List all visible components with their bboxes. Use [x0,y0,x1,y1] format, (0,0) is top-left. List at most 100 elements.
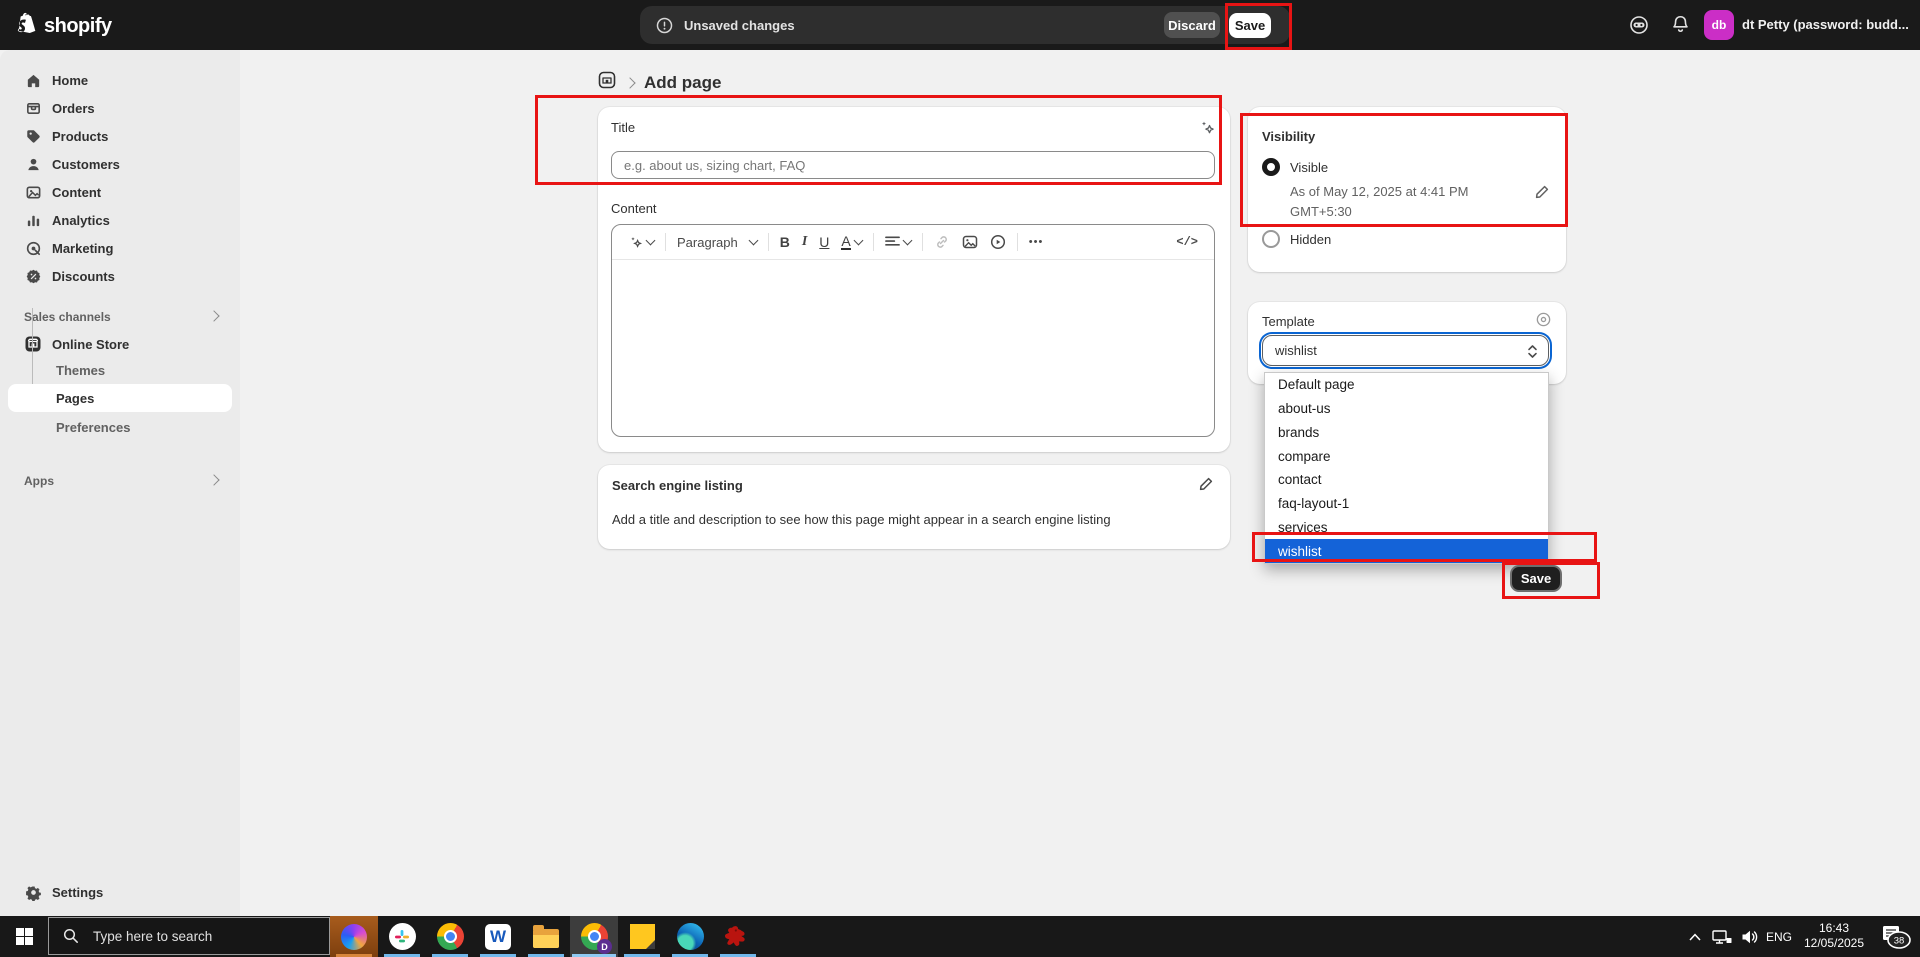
tray-date: 12/05/2025 [1798,936,1870,951]
sidebar-item-pages-selected[interactable]: Pages [8,384,232,412]
visible-label[interactable]: Visible [1290,160,1328,175]
tag-icon [24,127,42,145]
link-button[interactable] [928,229,956,255]
breadcrumb-chevron-icon [624,77,635,88]
template-selected-value: wishlist [1275,343,1317,358]
magic-sparkle-icon[interactable] [1198,119,1216,142]
template-option-contact[interactable]: contact [1265,468,1548,492]
template-option-about-us[interactable]: about-us [1265,397,1548,421]
apps-chevron-icon[interactable] [208,474,219,485]
toolbar-divider [665,233,666,251]
template-option-services[interactable]: services [1265,516,1548,540]
person-icon [24,155,42,173]
tray-notifications-icon[interactable]: 38 [1872,916,1920,957]
taskbar-chrome-profile-icon[interactable]: D [570,916,618,957]
insert-video-button[interactable] [984,229,1012,255]
toolbar-divider [1017,233,1018,251]
italic-button[interactable]: I [796,229,813,255]
editor-toolbar: Paragraph B I U A [612,225,1214,260]
visible-radio[interactable] [1262,158,1280,176]
sidebar-item-label: Home [52,73,88,88]
user-menu-label[interactable]: dt Petty (password: budd... [1742,17,1912,32]
sidebar-item-label: Marketing [52,241,113,256]
tray-clock[interactable]: 16:43 12/05/2025 [1798,921,1870,951]
sales-channels-chevron-icon[interactable] [208,310,219,321]
title-input[interactable] [611,151,1215,179]
template-option-compare[interactable]: compare [1265,444,1548,468]
insert-image-button[interactable] [956,229,984,255]
bold-button[interactable]: B [774,229,796,255]
apps-header: Apps [24,474,54,488]
tray-language-label[interactable]: ENG [1762,916,1796,957]
discard-button[interactable]: Discard [1164,12,1220,38]
hidden-label[interactable]: Hidden [1290,232,1331,247]
template-option-default-page[interactable]: Default page [1265,373,1548,397]
alignment-button[interactable] [879,229,917,255]
template-dropdown: Default page about-us brands compare con… [1264,372,1549,564]
edit-pencil-icon[interactable] [1198,476,1214,497]
underline-icon: U [819,234,829,250]
taskbar-word-icon[interactable]: W [474,916,522,957]
hidden-radio[interactable] [1262,230,1280,248]
page-form-card: Title Content Paragraph B I U [598,107,1230,452]
taskbar-sticky-notes-icon[interactable] [618,916,666,957]
sidebar-item-discounts[interactable]: Discounts [8,262,232,290]
topbar: shopify Unsaved changes Discard Save db … [0,0,1920,50]
select-stepper-icon [1527,344,1538,362]
sidebar-item-customers[interactable]: Customers [8,150,232,178]
page-title: Add page [644,73,721,93]
topbar-save-button[interactable]: Save [1229,13,1271,38]
page-save-button[interactable]: Save [1510,565,1562,592]
rich-text-editor[interactable]: Paragraph B I U A [611,224,1215,437]
online-store-breadcrumb-icon[interactable] [598,71,616,94]
taskbar-red-creature-app-icon[interactable] [714,916,762,957]
bold-icon: B [780,234,790,250]
shopify-logo[interactable]: shopify [16,12,112,41]
sidebar-item-themes[interactable]: Themes [8,357,232,383]
start-button[interactable] [0,916,48,957]
sidebar-item-settings[interactable]: Settings [8,878,232,906]
windows-logo-icon [16,928,33,945]
sidebar-item-content[interactable]: Content [8,178,232,206]
chrome-profile-badge: D [597,939,612,954]
tray-network-icon[interactable] [1708,916,1736,957]
bar-chart-icon [24,211,42,229]
taskbar-search-box[interactable] [48,917,330,955]
notifications-bell-icon[interactable] [1670,14,1691,40]
taskbar-edge-icon[interactable] [666,916,714,957]
orders-icon [24,99,42,117]
template-option-brands[interactable]: brands [1265,421,1548,445]
seo-card: Search engine listing Add a title and de… [598,465,1230,549]
taskbar-copilot-icon[interactable] [330,916,378,957]
sidebar-item-analytics[interactable]: Analytics [8,206,232,234]
avatar[interactable]: db [1704,10,1734,40]
taskbar-search-input[interactable] [91,928,315,945]
code-view-button[interactable]: </> [1170,229,1204,255]
text-color-button[interactable]: A [835,229,867,255]
sidebar-item-preferences[interactable]: Preferences [8,414,232,440]
sidebar-item-products[interactable]: Products [8,122,232,150]
align-left-icon [885,235,900,249]
magic-sparkle-button[interactable] [622,229,660,255]
edit-pencil-icon[interactable] [1534,184,1550,205]
sidebar-item-orders[interactable]: Orders [8,94,232,122]
view-store-icon[interactable] [1628,14,1650,41]
taskbar-slack-icon[interactable] [378,916,426,957]
template-option-faq-layout-1[interactable]: faq-layout-1 [1265,492,1548,516]
more-options-button[interactable]: ••• [1023,229,1050,255]
sidebar-item-home[interactable]: Home [8,66,232,94]
template-option-wishlist-highlighted[interactable]: wishlist [1265,539,1548,563]
sidebar-item-label: Analytics [52,213,110,228]
tray-chevron-up-icon[interactable] [1682,916,1708,957]
editor-body[interactable] [612,260,1214,437]
sidebar: Home Orders Products Customers Content A… [0,50,240,916]
eye-icon[interactable] [1535,311,1552,333]
taskbar-chrome-icon[interactable] [426,916,474,957]
template-select[interactable]: wishlist [1262,335,1549,366]
taskbar-file-explorer-icon[interactable] [522,916,570,957]
paragraph-style-button[interactable]: Paragraph [671,229,763,255]
gear-icon [24,883,42,901]
underline-button[interactable]: U [813,229,835,255]
tray-volume-icon[interactable] [1736,916,1764,957]
sidebar-item-marketing[interactable]: Marketing [8,234,232,262]
